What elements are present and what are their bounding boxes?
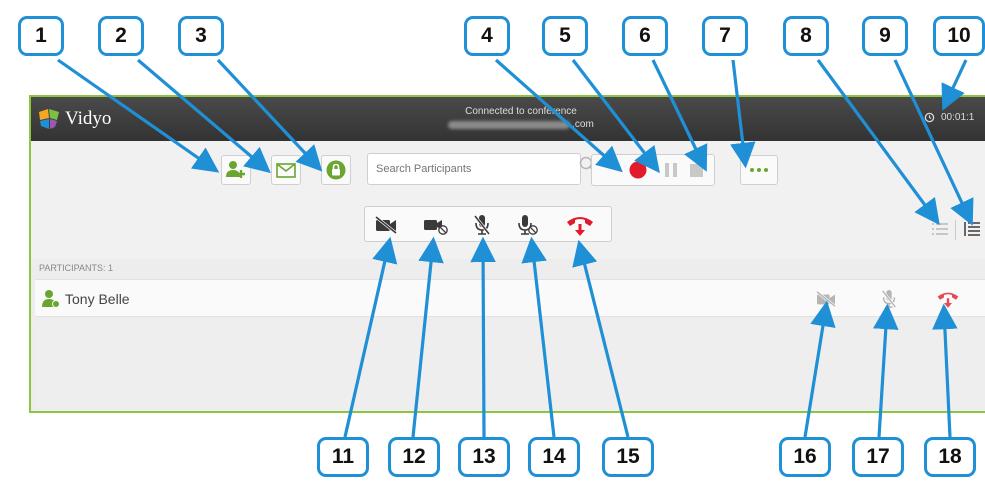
- person-icon: [42, 290, 60, 308]
- participant-video-button[interactable]: [815, 289, 837, 309]
- participant-name: Tony Belle: [65, 291, 130, 307]
- callout-14: 14: [528, 437, 580, 477]
- callout-5: 5: [542, 16, 588, 56]
- vidyo-logo-icon: [39, 109, 59, 129]
- callout-6: 6: [622, 16, 668, 56]
- participant-disconnect-button[interactable]: [935, 289, 961, 309]
- callout-16: 16: [779, 437, 831, 477]
- record-icon: [629, 161, 647, 179]
- participant-row[interactable]: Tony Belle: [35, 279, 985, 317]
- video-privacy-button[interactable]: [373, 213, 399, 237]
- callout-3: 3: [178, 16, 224, 56]
- camera-disable-button[interactable]: [423, 213, 449, 237]
- toolbar-area: [31, 141, 985, 259]
- list-view-button[interactable]: [929, 219, 951, 239]
- media-controls: [364, 206, 612, 242]
- vidyo-window: Vidyo Connected to conference .com 00:01…: [29, 95, 985, 413]
- invite-email-button[interactable]: [271, 155, 301, 185]
- detail-view-icon: [964, 222, 980, 236]
- call-timer-value: 00:01:1: [941, 112, 975, 123]
- mic-blocked-icon: [518, 215, 538, 235]
- clock-icon: [924, 112, 935, 123]
- connection-domain: .com: [572, 119, 594, 130]
- stop-icon: [690, 164, 703, 177]
- mute-microphone-button[interactable]: [469, 213, 495, 237]
- pause-icon: [665, 163, 677, 177]
- search-participants-input[interactable]: [367, 153, 581, 185]
- add-participant-icon: [226, 161, 245, 178]
- callout-4: 4: [464, 16, 510, 56]
- callout-11: 11: [317, 437, 369, 477]
- call-timer: 00:01:1: [924, 112, 974, 123]
- callout-18: 18: [924, 437, 976, 477]
- connection-status: Connected to conference .com: [371, 105, 671, 133]
- title-bar: Vidyo Connected to conference .com 00:01…: [31, 97, 985, 141]
- lock-icon: [326, 160, 346, 180]
- callout-1: 1: [18, 16, 64, 56]
- callout-17: 17: [852, 437, 904, 477]
- participant-avatar: [41, 289, 61, 314]
- camera-off-icon: [375, 215, 397, 235]
- callout-2: 2: [98, 16, 144, 56]
- app-name: Vidyo: [65, 108, 112, 129]
- record-button[interactable]: [628, 160, 648, 185]
- callout-9: 9: [862, 16, 908, 56]
- participant-mute-button[interactable]: [878, 289, 900, 309]
- end-call-button[interactable]: [563, 213, 597, 237]
- recording-controls: [591, 154, 715, 186]
- envelope-icon: [276, 162, 296, 178]
- more-options-button[interactable]: [740, 155, 778, 185]
- vidyo-logo: Vidyo: [37, 108, 111, 130]
- participant-hang-up-icon: [937, 292, 959, 308]
- lock-room-button[interactable]: [321, 155, 351, 185]
- blurred-address: [448, 120, 571, 129]
- participant-mic-off-icon: [881, 290, 897, 308]
- callout-13: 13: [458, 437, 510, 477]
- list-view-icon: [932, 223, 948, 235]
- callout-7: 7: [702, 16, 748, 56]
- participants-count: PARTICIPANTS: 1: [39, 263, 114, 273]
- hang-up-icon: [567, 217, 593, 236]
- mic-off-icon: [473, 215, 491, 235]
- participant-list-empty-area: [35, 321, 985, 411]
- stop-button[interactable]: [690, 164, 703, 182]
- detail-view-button[interactable]: [961, 219, 983, 239]
- camera-blocked-icon: [424, 220, 448, 235]
- pause-button[interactable]: [663, 162, 679, 183]
- more-icon: [750, 168, 768, 172]
- callout-10: 10: [933, 16, 985, 56]
- callout-15: 15: [602, 437, 654, 477]
- add-participant-button[interactable]: [221, 155, 251, 185]
- connection-status-text: Connected to conference: [465, 106, 577, 117]
- microphone-disable-button[interactable]: [515, 213, 541, 237]
- callout-8: 8: [783, 16, 829, 56]
- participant-camera-off-icon: [816, 290, 836, 308]
- view-divider: [955, 220, 956, 240]
- callout-12: 12: [388, 437, 440, 477]
